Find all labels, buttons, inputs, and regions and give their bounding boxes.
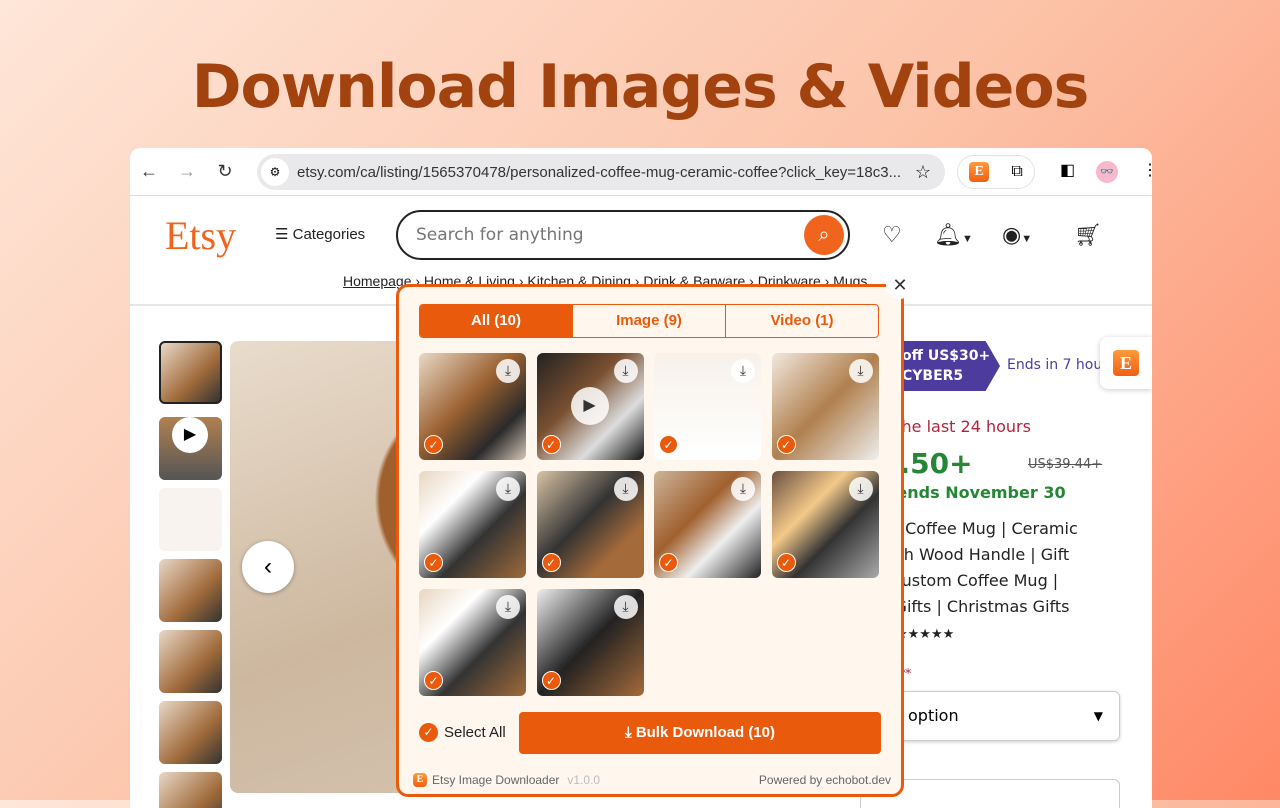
tab-video[interactable]: Video (1) xyxy=(726,305,878,337)
play-icon[interactable]: ▶ xyxy=(570,387,609,425)
app-name: Etsy Image Downloader xyxy=(432,773,560,787)
listing-title-line: y Gifts | Christmas Gifts xyxy=(880,597,1070,616)
download-icon[interactable]: ⤓ xyxy=(496,477,520,501)
download-icon[interactable]: ⤓ xyxy=(848,359,873,383)
download-icon[interactable]: ⤓ xyxy=(731,359,755,383)
media-item-video[interactable]: ⤓ ✓ ▶ xyxy=(536,353,644,460)
previous-image-button[interactable]: ‹ xyxy=(242,541,294,593)
media-item-image[interactable]: ⤓ ✓ xyxy=(419,471,526,578)
powered-by-link[interactable]: Powered by echobot.dev xyxy=(759,773,891,787)
etsy-downloader-icon: E xyxy=(1113,350,1139,376)
download-icon[interactable]: ⤓ xyxy=(731,477,755,501)
sale-ends: e ends November 30 xyxy=(880,483,1066,502)
media-item-image[interactable]: ⤓ ✓ xyxy=(771,471,879,578)
etsy-logo[interactable]: Etsy xyxy=(165,212,236,259)
thumbnail[interactable] xyxy=(159,772,222,808)
download-icon[interactable]: ⤓ xyxy=(496,359,520,383)
checkbox-checked-icon[interactable]: ✓ xyxy=(659,553,678,572)
downloader-popup: All (10) Image (9) Video (1) ⤓ ✓ ⤓ ✓ ▶ ⤓ ✓ ⤓ ✓ ⤓ ✓… xyxy=(396,284,904,797)
listing-title-line: with Wood Handle | Gift xyxy=(880,545,1070,564)
media-filter-tabs: All (10) Image (9) Video (1) xyxy=(419,304,879,338)
hamburger-icon: ☰ xyxy=(275,226,293,243)
bulk-download-button[interactable]: ⤓ Bulk Download (10) xyxy=(519,712,881,754)
download-icon: ⤓ xyxy=(625,724,636,741)
etsy-downloader-extension-icon[interactable]: E xyxy=(969,162,990,182)
media-item-image[interactable]: ⤓ ✓ xyxy=(536,589,644,696)
promo-code: CYBER5 xyxy=(902,368,964,384)
listing-title-line: ed Coffee Mug | Ceramic xyxy=(880,519,1078,538)
app-logo-icon: E xyxy=(413,773,427,787)
profile-avatar[interactable]: 👓 xyxy=(1096,161,1118,183)
media-item-image[interactable]: ⤓ ✓ xyxy=(536,471,644,578)
download-icon[interactable]: ⤓ xyxy=(848,477,873,501)
address-bar[interactable]: ⚙ etsy.com/ca/listing/1565370478/persona… xyxy=(257,154,945,190)
categories-button[interactable]: ☰ Categories xyxy=(275,225,365,243)
download-icon[interactable]: ⤓ xyxy=(613,595,638,619)
thumbnail[interactable] xyxy=(159,559,222,622)
download-icon[interactable]: ⤓ xyxy=(496,595,520,619)
original-price: US$39.44+ xyxy=(1028,457,1103,472)
url-text: etsy.com/ca/listing/1565370478/personali… xyxy=(297,163,902,181)
puzzle-extensions-icon[interactable]: ⧉ xyxy=(1011,163,1022,181)
promo-line: off US$30+ xyxy=(902,348,991,364)
checkmark-icon: ✓ xyxy=(419,723,438,742)
browser-toolbar: ← → ↻ ⚙ etsy.com/ca/listing/1565370478/p… xyxy=(130,148,1152,196)
dropdown-arrow-icon: ▼ xyxy=(1093,709,1103,723)
select-all-label: Select All xyxy=(444,724,506,741)
menu-kebab-icon[interactable]: ⋮ xyxy=(1142,160,1152,180)
promo-countdown: Ends in 7 hour xyxy=(1007,357,1108,373)
thumbnail-video[interactable]: ▶ xyxy=(159,417,222,480)
checkbox-checked-icon[interactable]: ✓ xyxy=(776,435,796,454)
account-avatar-icon[interactable]: ◉▼ xyxy=(1002,222,1032,248)
back-icon[interactable]: ← xyxy=(130,161,168,182)
favorites-heart-icon[interactable]: ♡ xyxy=(882,222,902,248)
media-item-image[interactable]: ⤓ ✓ xyxy=(419,589,526,696)
play-icon: ▶ xyxy=(172,417,208,453)
checkbox-checked-icon[interactable]: ✓ xyxy=(541,553,561,572)
reload-icon[interactable]: ↻ xyxy=(206,161,244,182)
media-grid: ⤓ ✓ ⤓ ✓ ▶ ⤓ ✓ ⤓ ✓ ⤓ ✓ ⤓ ✓ ⤓ ✓ ⤓ ✓ ⤓ ✓ ⤓ ✓ xyxy=(419,353,879,696)
select-all-checkbox[interactable]: ✓ Select All xyxy=(419,723,506,742)
media-item-image[interactable]: ⤓ ✓ xyxy=(419,353,526,460)
media-item-image[interactable]: ⤓ ✓ xyxy=(654,471,761,578)
site-settings-icon[interactable]: ⚙ xyxy=(261,158,289,186)
popup-footer: E Etsy Image Downloader v1.0.0 Powered b… xyxy=(413,773,891,787)
checkbox-checked-icon[interactable]: ✓ xyxy=(424,553,443,572)
listing-title-line: | Custom Coffee Mug | xyxy=(880,571,1059,590)
notifications-bell-icon[interactable]: 🔔︎▼ xyxy=(934,222,973,248)
thumbnail[interactable] xyxy=(159,341,222,404)
tab-all[interactable]: All (10) xyxy=(420,305,573,337)
search-input[interactable] xyxy=(416,225,804,245)
tab-image[interactable]: Image (9) xyxy=(573,305,726,337)
bulk-download-label: Bulk Download (10) xyxy=(635,724,775,741)
checkbox-checked-icon[interactable]: ✓ xyxy=(424,671,443,690)
media-item-image[interactable]: ⤓ ✓ xyxy=(654,353,761,460)
forward-icon[interactable]: → xyxy=(168,161,206,182)
sidepanel-icon[interactable]: ◧ xyxy=(1060,160,1075,180)
checkbox-checked-icon[interactable]: ✓ xyxy=(541,671,561,690)
checkbox-checked-icon[interactable]: ✓ xyxy=(776,553,796,572)
search-icon[interactable]: ⌕ xyxy=(804,215,844,255)
hero-title: Download Images & Videos xyxy=(191,52,1090,122)
thumbnail-list: ▶ xyxy=(159,341,222,808)
close-popup-button[interactable]: ✕ xyxy=(886,271,914,299)
categories-label: Categories xyxy=(292,226,366,243)
checkbox-checked-icon[interactable]: ✓ xyxy=(659,435,678,454)
checkbox-checked-icon[interactable]: ✓ xyxy=(424,435,443,454)
color-select-value: option xyxy=(908,706,959,725)
cart-icon[interactable]: 🛒︎ xyxy=(1074,222,1102,248)
app-version: v1.0.0 xyxy=(567,773,601,787)
floating-downloader-button[interactable]: E xyxy=(1100,337,1152,389)
checkbox-checked-icon[interactable]: ✓ xyxy=(541,435,561,454)
thumbnail[interactable] xyxy=(159,488,222,551)
download-icon[interactable]: ⤓ xyxy=(613,477,638,501)
thumbnail[interactable] xyxy=(159,630,222,693)
extensions-area: E ⧉ xyxy=(957,155,1035,189)
thumbnail[interactable] xyxy=(159,701,222,764)
download-icon[interactable]: ⤓ xyxy=(613,359,638,383)
bookmark-star-icon[interactable]: ☆ xyxy=(915,162,931,183)
media-item-image[interactable]: ⤓ ✓ xyxy=(771,353,879,460)
search-box: ⌕ xyxy=(396,210,850,260)
